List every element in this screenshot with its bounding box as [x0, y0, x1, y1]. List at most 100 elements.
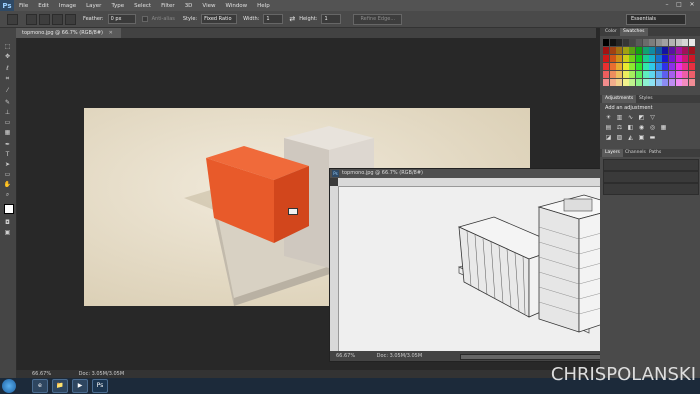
tab-channels[interactable]: Channels — [622, 149, 649, 157]
swatches-grid[interactable] — [603, 39, 697, 93]
refine-edge-button[interactable]: Refine Edge... — [353, 13, 403, 25]
feather-input[interactable]: 0 px — [107, 14, 136, 24]
subtract-selection-icon[interactable] — [52, 13, 63, 25]
swatch-cell[interactable] — [629, 79, 636, 86]
tab-adjustments[interactable]: Adjustments — [602, 95, 637, 103]
swatch-cell[interactable] — [649, 63, 656, 70]
maximize-button[interactable]: □ — [674, 1, 684, 9]
swatch-cell[interactable] — [642, 47, 649, 54]
swatch-cell[interactable] — [655, 79, 662, 86]
blend-mode-row[interactable] — [603, 171, 699, 183]
swatch-cell[interactable] — [662, 63, 669, 70]
swatch-cell[interactable] — [622, 71, 629, 78]
swatch-cell[interactable] — [642, 63, 649, 70]
swatch-cell[interactable] — [662, 71, 669, 78]
swatch-cell[interactable] — [636, 39, 642, 46]
vibrance-icon[interactable]: ▽ — [648, 114, 657, 122]
swatch-cell[interactable] — [669, 79, 675, 86]
swatch-cell[interactable] — [662, 55, 669, 62]
swatch-cell[interactable] — [622, 55, 629, 62]
swatch-cell[interactable] — [669, 55, 675, 62]
swatch-cell[interactable] — [655, 71, 662, 78]
height-input[interactable]: 1 — [321, 14, 342, 24]
swatch-cell[interactable] — [609, 71, 616, 78]
anti-alias-checkbox[interactable] — [141, 16, 148, 22]
swatch-cell[interactable] — [675, 55, 682, 62]
eraser-tool-icon[interactable]: ▭ — [2, 118, 13, 127]
move-tool-icon[interactable]: ✥ — [2, 52, 13, 61]
document-tab[interactable]: topmono.jpg @ 66.7% (RGB/8#) ✕ — [16, 28, 121, 38]
swatch-cell[interactable] — [675, 79, 682, 86]
menu-type[interactable]: Type — [106, 3, 129, 9]
swatch-cell[interactable] — [688, 39, 695, 46]
swatch-cell[interactable] — [642, 71, 649, 78]
workspace-select[interactable]: Essentials — [626, 14, 686, 25]
stamp-tool-icon[interactable]: ⊥ — [2, 108, 13, 117]
swatch-cell[interactable] — [642, 79, 649, 86]
menu-select[interactable]: Select — [129, 3, 156, 9]
swatch-cell[interactable] — [688, 79, 695, 86]
swatch-cell[interactable] — [622, 63, 629, 70]
swatch-cell[interactable] — [655, 47, 662, 54]
menu-window[interactable]: Window — [220, 3, 252, 9]
swatch-cell[interactable] — [688, 71, 695, 78]
tab-color[interactable]: Color — [602, 28, 620, 36]
close-tab-icon[interactable]: ✕ — [109, 30, 113, 36]
width-input[interactable]: 1 — [263, 14, 284, 24]
swatch-cell[interactable] — [609, 55, 616, 62]
screen-mode-icon[interactable]: ▣ — [2, 228, 13, 237]
swatch-cell[interactable] — [636, 71, 642, 78]
menu-help[interactable]: Help — [252, 3, 275, 9]
brush-tool-icon[interactable]: ✎ — [2, 98, 13, 107]
path-selection-tool-icon[interactable]: ➤ — [2, 160, 13, 169]
eyedropper-tool-icon[interactable]: ⁄ — [2, 86, 13, 95]
swap-icon[interactable]: ⇄ — [289, 15, 295, 23]
menu-image[interactable]: Image — [54, 3, 81, 9]
swatch-cell[interactable] — [616, 39, 623, 46]
swatch-cell[interactable] — [649, 39, 656, 46]
channel-mixer-icon[interactable]: ◎ — [648, 124, 657, 132]
minimize-button[interactable]: – — [662, 1, 672, 9]
swatch-cell[interactable] — [609, 63, 616, 70]
swatch-cell[interactable] — [622, 39, 629, 46]
swatch-cell[interactable] — [688, 47, 695, 54]
swatch-cell[interactable] — [616, 79, 623, 86]
zoom-tool-icon[interactable]: ⌕ — [2, 190, 13, 199]
swatch-cell[interactable] — [655, 39, 662, 46]
tab-layers[interactable]: Layers — [602, 149, 623, 157]
swatch-cell[interactable] — [629, 55, 636, 62]
lock-row[interactable] — [603, 183, 699, 195]
brightness-icon[interactable]: ☀ — [604, 114, 613, 122]
menu-view[interactable]: View — [197, 3, 220, 9]
taskbar-photoshop-icon[interactable]: Ps — [92, 379, 108, 393]
swatch-cell[interactable] — [636, 55, 642, 62]
crop-tool-icon[interactable]: ⌗ — [2, 74, 13, 83]
menu-filter[interactable]: Filter — [156, 3, 180, 9]
tab-swatches[interactable]: Swatches — [620, 28, 648, 36]
swatch-cell[interactable] — [662, 79, 669, 86]
swatch-cell[interactable] — [662, 39, 669, 46]
swatch-cell[interactable] — [636, 63, 642, 70]
taskbar-ie-icon[interactable]: e — [32, 379, 48, 393]
menu-3d[interactable]: 3D — [180, 3, 198, 9]
taskbar-media-icon[interactable]: ▶ — [72, 379, 88, 393]
style-select[interactable]: Fixed Ratio — [201, 14, 238, 24]
color-lookup-icon[interactable]: ▦ — [659, 124, 668, 132]
hand-tool-icon[interactable]: ✋ — [2, 180, 13, 189]
swatch-cell[interactable] — [675, 39, 682, 46]
pen-tool-icon[interactable]: ✒ — [2, 140, 13, 149]
taskbar-explorer-icon[interactable]: 📁 — [52, 379, 68, 393]
swatch-cell[interactable] — [642, 55, 649, 62]
swatch-cell[interactable] — [603, 71, 609, 78]
gradient-tool-icon[interactable]: ▦ — [2, 128, 13, 137]
swatch-cell[interactable] — [669, 63, 675, 70]
menu-file[interactable]: File — [14, 3, 33, 9]
swatch-cell[interactable] — [682, 71, 689, 78]
swatch-cell[interactable] — [675, 63, 682, 70]
swatch-cell[interactable] — [649, 71, 656, 78]
foreground-color-swatch[interactable] — [4, 204, 14, 214]
levels-icon[interactable]: ▥ — [615, 114, 624, 122]
swatch-cell[interactable] — [669, 47, 675, 54]
lasso-tool-icon[interactable]: ℓ — [2, 64, 13, 73]
photoshop-logo[interactable]: Ps — [0, 0, 14, 11]
